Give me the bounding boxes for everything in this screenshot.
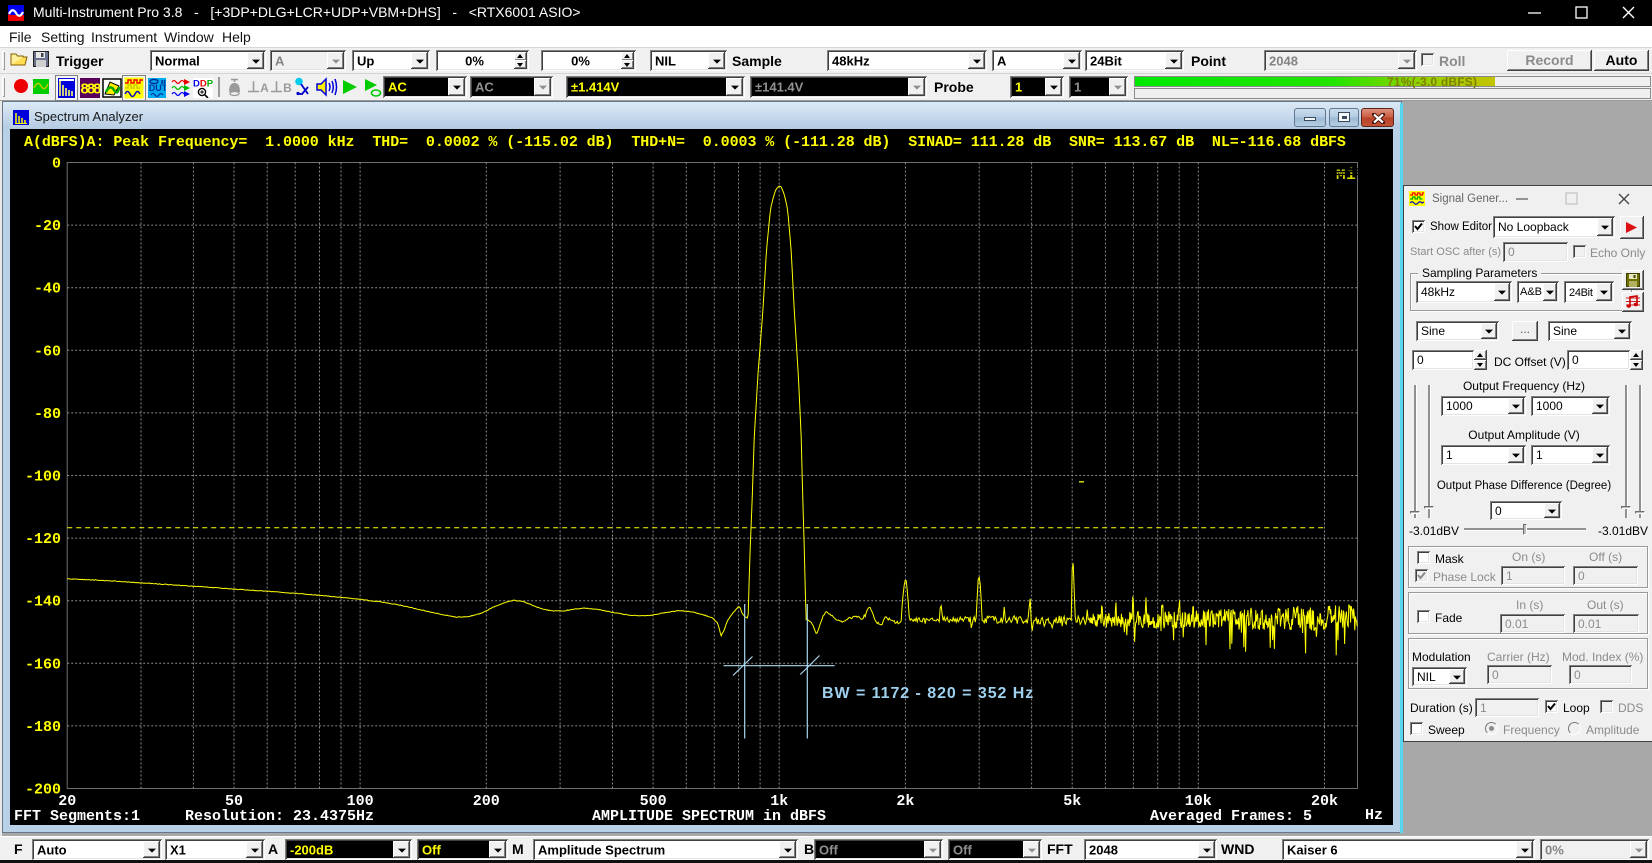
svg-text:FFT Segments:1: FFT Segments:1 <box>14 808 140 825</box>
svg-text:2k: 2k <box>896 793 914 810</box>
svg-text:888: 888 <box>80 81 100 98</box>
svg-text:200: 200 <box>473 793 500 810</box>
svg-text:-40: -40 <box>34 281 61 298</box>
svg-text:-160: -160 <box>25 656 61 673</box>
svg-text:5k: 5k <box>1063 793 1081 810</box>
svg-text:20k: 20k <box>1311 793 1338 810</box>
svg-text:-200: -200 <box>25 782 61 799</box>
svg-text:-60: -60 <box>34 343 61 360</box>
svg-text:DUT: DUT <box>149 83 166 93</box>
svg-text:-120: -120 <box>25 531 61 548</box>
svg-text:-100: -100 <box>25 469 61 486</box>
svg-text:0: 0 <box>52 156 61 173</box>
svg-text:BW = 1172 - 820 = 352 Hz: BW = 1172 - 820 = 352 Hz <box>822 685 1034 702</box>
svg-text:A(dBFS)A: Peak Frequency= 1.0: A(dBFS)A: Peak Frequency= 1.0000 kHz THD… <box>24 134 1346 151</box>
svg-text:Resolution: 23.4375Hz: Resolution: 23.4375Hz <box>185 808 374 825</box>
svg-text:Hz: Hz <box>1365 807 1383 824</box>
svg-text:-80: -80 <box>34 406 61 423</box>
svg-text:Averaged Frames: 5: Averaged Frames: 5 <box>1150 808 1312 825</box>
svg-text:-140: -140 <box>25 594 61 611</box>
svg-text:AMPLITUDE SPECTRUM in dBFS: AMPLITUDE SPECTRUM in dBFS <box>592 808 826 825</box>
svg-text:-180: -180 <box>25 719 61 736</box>
svg-text:-20: -20 <box>34 218 61 235</box>
